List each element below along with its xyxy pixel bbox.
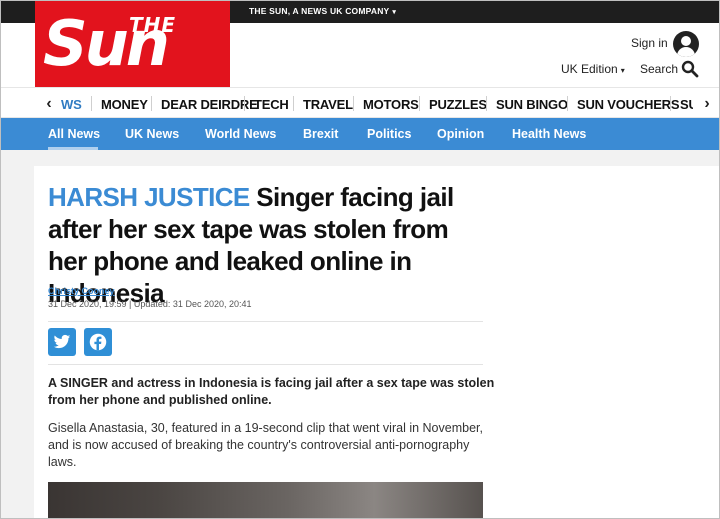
nav-item-sun-partial[interactable]: SU <box>680 97 693 112</box>
facebook-share-button[interactable] <box>84 328 112 356</box>
nav-separator <box>151 96 152 111</box>
nav-item-money[interactable]: MONEY <box>101 97 148 112</box>
nav-separator <box>244 96 245 111</box>
nav-item-travel[interactable]: TRAVEL <box>303 97 353 112</box>
nav-item-sun-bingo[interactable]: SUN BINGO <box>496 97 568 112</box>
subnav-politics[interactable]: Politics <box>367 127 411 141</box>
caret-down-icon: ▾ <box>620 66 625 75</box>
news-subnav: All News UK News World News Brexit Polit… <box>1 118 719 150</box>
article-card: HARSH JUSTICE Singer facing jail after h… <box>34 166 719 518</box>
facebook-icon <box>89 333 107 351</box>
nav-item-news[interactable]: WS <box>61 97 82 112</box>
the-sun-logo[interactable]: THE Sun <box>35 1 230 87</box>
twitter-icon <box>53 334 71 349</box>
author-link[interactable]: Christy Cooney <box>48 286 115 296</box>
chevron-right-icon[interactable]: › <box>697 94 717 114</box>
article-paragraph: Gisella Anastasia, 30, featured in a 19-… <box>48 421 483 469</box>
divider <box>48 321 483 322</box>
logo-sun: Sun <box>43 7 170 80</box>
section-nav-items: WS MONEY DEAR DEIRDRE TECH TRAVEL MOTORS… <box>61 88 693 119</box>
nav-item-tech[interactable]: TECH <box>254 97 289 112</box>
publish-dates: 31 Dec 2020, 19:59 | Updated: 31 Dec 202… <box>48 299 252 309</box>
user-icon[interactable] <box>673 31 699 57</box>
chevron-left-icon[interactable]: ‹ <box>39 94 59 114</box>
nav-separator <box>486 96 487 111</box>
nav-separator <box>91 96 92 111</box>
divider <box>48 364 483 365</box>
sign-in-link[interactable]: Sign in <box>631 36 668 50</box>
browser-frame: THE SUN, A NEWS UK COMPANY ▾ Sign in UK E… <box>0 0 720 519</box>
search-icon[interactable] <box>681 60 699 78</box>
subnav-all-news[interactable]: All News <box>48 127 100 141</box>
nav-separator <box>670 96 671 111</box>
nav-item-sun-vouchers[interactable]: SUN VOUCHERS <box>577 97 680 112</box>
section-nav: ‹ WS MONEY DEAR DEIRDRE TECH TRAVEL MOTO… <box>1 87 719 119</box>
headline-kicker: HARSH JUSTICE <box>48 182 250 212</box>
twitter-share-button[interactable] <box>48 328 76 356</box>
nav-item-puzzles[interactable]: PUZZLES <box>429 97 487 112</box>
nav-separator <box>293 96 294 111</box>
search-link[interactable]: Search <box>640 62 678 76</box>
active-tab-indicator <box>48 147 98 150</box>
nav-separator <box>419 96 420 111</box>
edition-label: UK Edition <box>561 62 618 76</box>
edition-selector[interactable]: UK Edition ▾ <box>561 62 625 76</box>
company-menu[interactable]: THE SUN, A NEWS UK COMPANY ▾ <box>249 6 396 16</box>
article-image <box>48 482 483 518</box>
company-label: THE SUN, A NEWS UK COMPANY <box>249 6 390 16</box>
subnav-world-news[interactable]: World News <box>205 127 276 141</box>
nav-item-motors[interactable]: MOTORS <box>363 97 419 112</box>
article-lede: A SINGER and actress in Indonesia is fac… <box>48 376 495 407</box>
nav-separator <box>567 96 568 111</box>
subnav-opinion[interactable]: Opinion <box>437 127 484 141</box>
nav-separator <box>353 96 354 111</box>
caret-down-icon: ▾ <box>392 9 397 16</box>
subnav-health-news[interactable]: Health News <box>512 127 586 141</box>
subnav-uk-news[interactable]: UK News <box>125 127 179 141</box>
subnav-brexit[interactable]: Brexit <box>303 127 338 141</box>
